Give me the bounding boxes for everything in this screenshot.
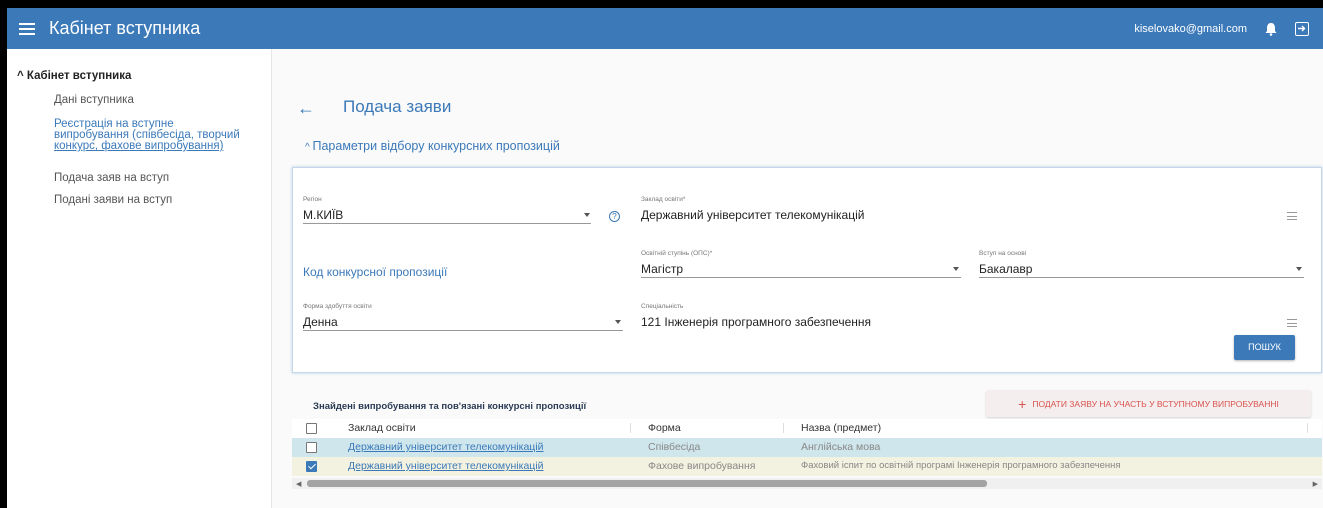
institution-link[interactable]: Державний університет телекомунікацій <box>348 441 544 453</box>
sidebar: ^ Кабінет вступника Дані вступника Реєст… <box>7 49 272 508</box>
app-window: Кабінет вступника kiselovako@gmail.com ^… <box>7 8 1323 508</box>
chevron-down-icon <box>615 320 621 324</box>
sidebar-item-submitted-applications[interactable]: Подані заяви на вступ <box>54 194 172 206</box>
scroll-right-icon[interactable]: ▶ <box>1313 480 1318 488</box>
table-header-row: Заклад освіти Форма Назва (предмет) <box>292 419 1322 438</box>
select-all-checkbox[interactable] <box>306 423 317 434</box>
region-value: М.КИЇВ <box>303 208 344 222</box>
name-cell: Англійська мова <box>801 441 881 453</box>
degree-select[interactable]: Освітній ступінь (ОПС)* Магістр <box>641 250 961 278</box>
region-select[interactable]: Регіон М.КИЇВ <box>303 196 591 224</box>
basis-value: Бакалавр <box>979 262 1033 276</box>
apply-test-button[interactable]: + ПОДАТИ ЗАЯВУ НА УЧАСТЬ У ВСТУПНОМУ ВИП… <box>986 390 1311 417</box>
apply-test-label: ПОДАТИ ЗАЯВУ НА УЧАСТЬ У ВСТУПНОМУ ВИПРО… <box>1032 398 1279 409</box>
results-title: Знайдені випробування та пов'язані конку… <box>313 401 587 412</box>
filter-card: Регіон М.КИЇВ ? Заклад освіти* Державний… <box>292 167 1322 373</box>
basis-select[interactable]: Вступ на основі Бакалавр <box>979 250 1304 278</box>
bell-icon[interactable] <box>1265 22 1277 36</box>
sidebar-item-applicant-data[interactable]: Дані вступника <box>54 94 134 106</box>
plus-icon: + <box>1018 395 1027 412</box>
params-title: Параметри відбору конкурсних пропозицій <box>312 139 560 153</box>
top-bar: Кабінет вступника kiselovako@gmail.com <box>7 8 1323 49</box>
form-cell: Фахове випробування <box>648 460 756 472</box>
column-header[interactable]: Заклад освіти <box>348 422 416 434</box>
page-title: Подача заяви <box>343 97 452 116</box>
params-section-toggle[interactable]: ^ Параметри відбору конкурсних пропозиці… <box>305 139 560 153</box>
chevron-down-icon <box>953 267 959 271</box>
menu-icon[interactable] <box>19 22 35 35</box>
form-cell: Співбесіда <box>648 441 701 453</box>
scroll-thumb[interactable] <box>307 480 987 487</box>
sidebar-item-test-registration[interactable]: Реєстрація на вступне випробування (спів… <box>54 118 240 152</box>
logout-icon[interactable] <box>1295 21 1309 36</box>
code-input[interactable]: Код конкурсної пропозиції <box>303 253 633 281</box>
institution-field[interactable]: Заклад освіти* Державний університет тел… <box>641 196 1304 224</box>
chevron-down-icon <box>1296 267 1302 271</box>
help-icon[interactable]: ? <box>609 211 620 222</box>
list-icon[interactable] <box>1287 212 1297 220</box>
degree-value: Магістр <box>641 262 684 276</box>
basis-label: Вступ на основі <box>979 250 1027 257</box>
user-email[interactable]: kiselovako@gmail.com <box>1134 23 1247 35</box>
code-placeholder: Код конкурсної пропозиції <box>303 265 448 279</box>
study-form-select[interactable]: Форма здобуття освіти Денна <box>303 303 623 331</box>
specialty-field[interactable]: Спеціальність 121 Інженерія програмного … <box>641 303 1304 331</box>
results-section: Знайдені випробування та пов'язані конку… <box>292 386 1322 508</box>
name-cell: Фаховий іспит по освітній програмі Інжен… <box>801 460 1121 471</box>
row-checkbox[interactable] <box>306 461 317 472</box>
search-button[interactable]: ПОШУК <box>1234 335 1295 360</box>
horizontal-scrollbar[interactable]: ◀ ▶ <box>292 478 1322 489</box>
study-form-label: Форма здобуття освіти <box>303 303 372 310</box>
sidebar-item-submit-applications[interactable]: Подача заяв на вступ <box>54 172 169 184</box>
region-label: Регіон <box>303 196 322 203</box>
user-area: kiselovako@gmail.com <box>1134 21 1323 36</box>
chevron-up-icon: ^ <box>17 70 27 82</box>
institution-value: Державний університет телекомунікацій <box>641 208 865 222</box>
specialty-label: Спеціальність <box>641 303 684 310</box>
table-row[interactable]: Державний університет телекомунікацій Фа… <box>292 457 1322 476</box>
list-icon[interactable] <box>1287 319 1297 327</box>
back-arrow-icon[interactable]: ← <box>297 98 315 119</box>
scroll-left-icon[interactable]: ◀ <box>296 480 301 488</box>
sidebar-root-label: Кабінет вступника <box>26 70 132 82</box>
sidebar-item-label: конкурс, фахове випробування) <box>54 140 224 152</box>
column-header[interactable]: Форма <box>648 422 681 434</box>
study-form-value: Денна <box>303 315 338 329</box>
degree-label: Освітній ступінь (ОПС)* <box>641 250 713 257</box>
row-checkbox[interactable] <box>306 442 317 453</box>
sidebar-root[interactable]: ^ Кабінет вступника <box>17 70 131 82</box>
table-row[interactable]: Державний університет телекомунікацій Сп… <box>292 438 1322 457</box>
app-title: Кабінет вступника <box>49 18 201 38</box>
chevron-down-icon <box>584 213 590 217</box>
institution-label: Заклад освіти* <box>641 196 686 203</box>
specialty-value: 121 Інженерія програмного забезпечення <box>641 315 872 329</box>
institution-link[interactable]: Державний університет телекомунікацій <box>348 460 544 472</box>
column-header[interactable]: Назва (предмет) <box>801 422 881 434</box>
